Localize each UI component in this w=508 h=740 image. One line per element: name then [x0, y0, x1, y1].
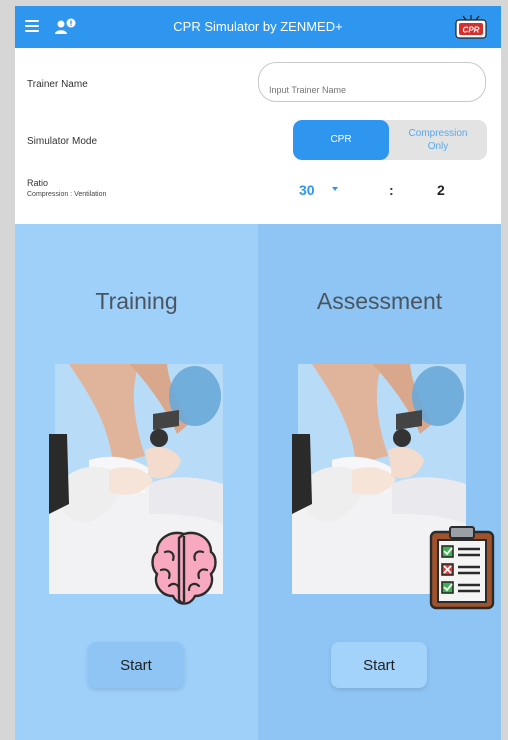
- svg-text:CPR: CPR: [463, 26, 480, 35]
- simulator-mode-label: Simulator Mode: [27, 136, 98, 147]
- top-app-bar: CPR Simulator by ZENMED+ CPR: [15, 6, 501, 48]
- assessment-start-button[interactable]: Start: [331, 642, 427, 688]
- trainer-name-input[interactable]: [258, 62, 486, 102]
- ratio-sublabel: Compression : Ventilation: [27, 191, 107, 198]
- training-start-button[interactable]: Start: [88, 642, 184, 688]
- cpr-logo-icon: CPR: [455, 15, 487, 39]
- mode-cpr-button[interactable]: CPR: [293, 120, 389, 160]
- app-title: CPR Simulator by ZENMED+: [173, 19, 343, 34]
- assessment-panel: Assessment Start: [258, 224, 501, 740]
- assessment-title: Assessment: [316, 288, 443, 314]
- ratio-separator: :: [389, 182, 394, 198]
- brain-icon: [151, 531, 217, 605]
- chevron-down-icon[interactable]: [332, 187, 338, 191]
- mode-compression-line1: Compression: [408, 128, 468, 139]
- app-window: CPR Simulator by ZENMED+ CPR Trainer Nam…: [15, 6, 501, 740]
- ratio-ventilation-value: 2: [437, 182, 445, 198]
- ratio-compression-select[interactable]: 30: [299, 182, 315, 198]
- simulator-mode-toggle: CPR Compression Only: [293, 120, 487, 160]
- trainer-name-label: Trainer Name: [27, 79, 88, 90]
- mode-compression-only-button[interactable]: Compression Only: [389, 120, 487, 160]
- training-panel: Training Start: [15, 224, 258, 740]
- clipboard-checklist-icon: [429, 526, 495, 610]
- settings-form: Trainer Name Simulator Mode CPR Compress…: [15, 48, 501, 224]
- mode-compression-line2: Only: [427, 141, 449, 152]
- training-title: Training: [95, 288, 178, 314]
- ratio-label: Ratio: [27, 178, 49, 188]
